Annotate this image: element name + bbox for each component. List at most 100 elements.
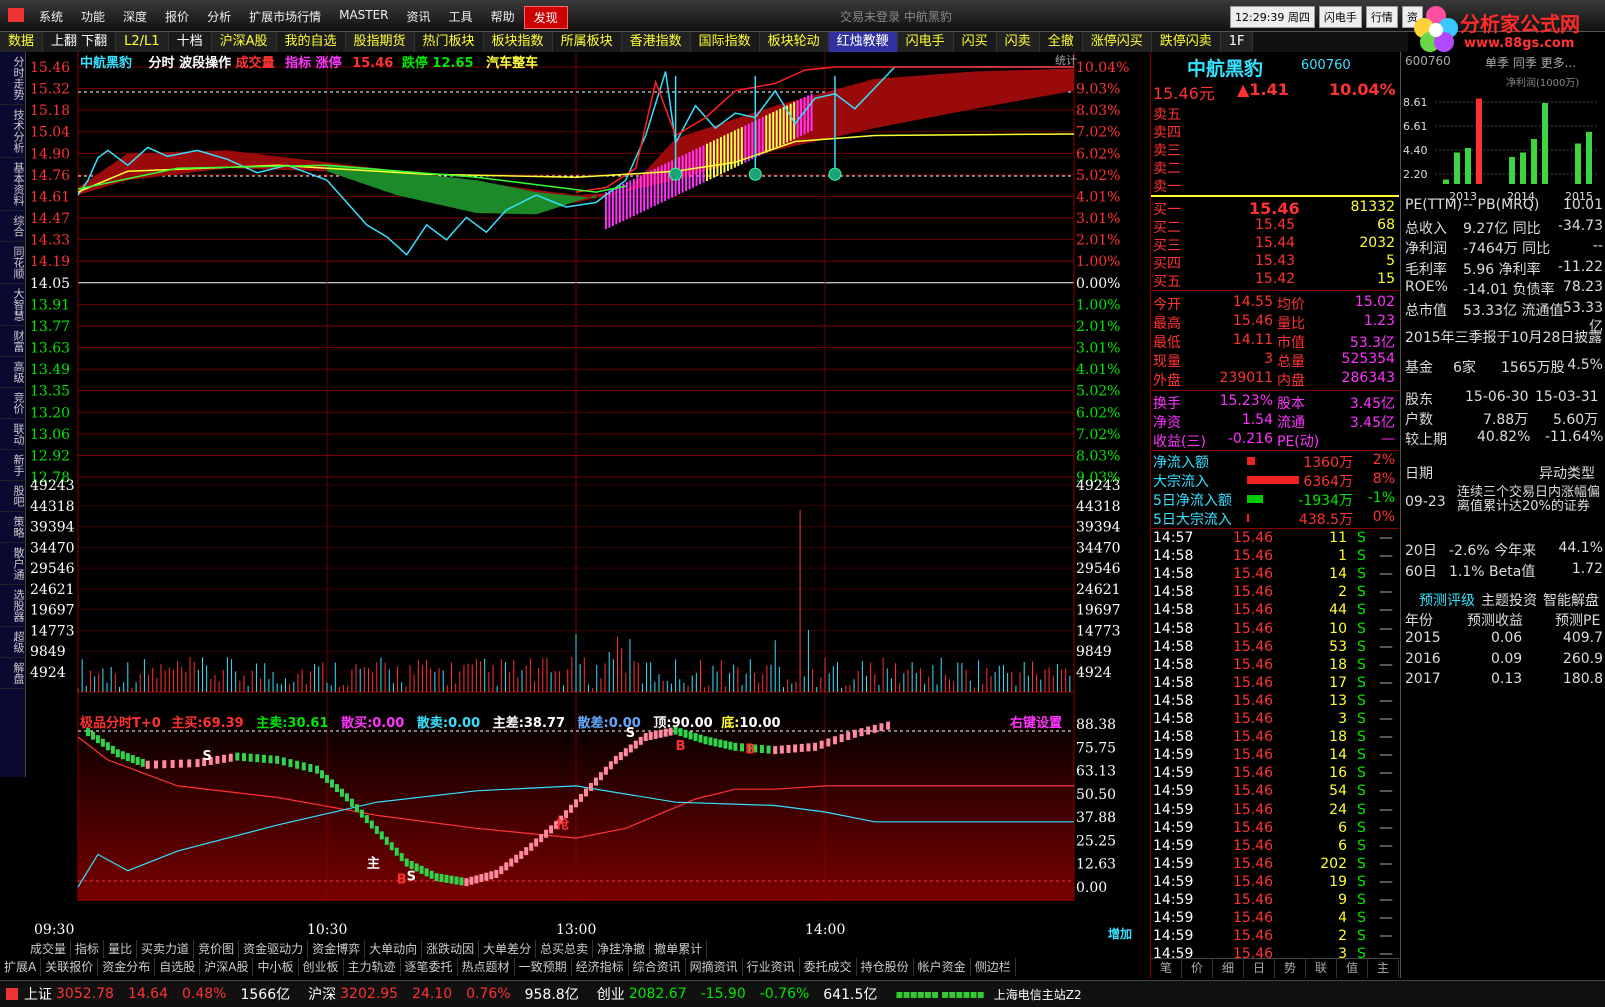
tab-13[interactable]: 红烛教鞭 (828, 32, 898, 52)
ext-tab-17[interactable]: 帐户资金 (914, 958, 971, 976)
quote-tab-2[interactable]: 细 (1213, 959, 1244, 978)
right-click-settings[interactable]: 右键设置 (1010, 712, 1062, 731)
ext-tab-10[interactable]: 一致预期 (515, 958, 572, 976)
indicator-tab-12[interactable]: 撤单累计 (650, 940, 708, 958)
indicator-tab-8[interactable]: 涨跌动因 (422, 940, 480, 958)
tab-10[interactable]: 香港指数 (621, 32, 691, 52)
ext-tab-14[interactable]: 行业资讯 (743, 958, 800, 976)
nav-item-4[interactable]: 同花顺 (0, 242, 26, 284)
ext-tab-15[interactable]: 委托成交 (800, 958, 857, 976)
quote-tab-6[interactable]: 值 (1337, 959, 1368, 978)
ext-tab-3[interactable]: 自选股 (155, 958, 201, 976)
ext-tab-13[interactable]: 网摘资讯 (686, 958, 743, 976)
quote-tab-4[interactable]: 势 (1275, 959, 1306, 978)
menu-item-7[interactable]: 资讯 (398, 6, 440, 29)
quote-button[interactable]: 行情 (1365, 6, 1398, 28)
fc-tab-0[interactable]: 预测评级 (1419, 590, 1475, 610)
tab-3[interactable]: 十档 (168, 32, 212, 52)
indicator-tab-0[interactable]: 成交量 (26, 940, 72, 958)
server-name[interactable]: 上海电信主站Z2 (994, 986, 1082, 1003)
quote-tab-7[interactable]: 主 (1368, 959, 1399, 978)
nav-item-12[interactable]: 策略 (0, 512, 26, 543)
nav-item-11[interactable]: 股吧 (0, 481, 26, 512)
sector-tag[interactable]: 汽车整车 (486, 56, 538, 71)
ext-tab-18[interactable]: 侧边栏 (971, 958, 1016, 976)
stat-button[interactable]: 统计 (1055, 52, 1077, 68)
ext-tab-2[interactable]: 资金分布 (98, 958, 156, 976)
menu-item-6[interactable]: MASTER (330, 6, 397, 29)
nav-item-3[interactable]: 综合 (0, 211, 26, 242)
tab-9[interactable]: 所属板块 (552, 32, 622, 52)
tab-19[interactable]: 跌停闪卖 (1151, 32, 1221, 52)
quote-tab-5[interactable]: 联 (1306, 959, 1337, 978)
menu-item-10[interactable]: 发现 (523, 6, 568, 29)
tab-17[interactable]: 全撤 (1039, 32, 1083, 52)
tab-4[interactable]: 沪深A股 (211, 32, 277, 52)
nav-item-8[interactable]: 竞价 (0, 388, 26, 419)
tab-8[interactable]: 板块指数 (483, 32, 553, 52)
indicator-tab-1[interactable]: 指标 (71, 940, 105, 958)
tab-18[interactable]: 涨停闪买 (1082, 32, 1152, 52)
quote-tab-1[interactable]: 价 (1182, 959, 1213, 978)
indicator-tab-3[interactable]: 买卖力道 (137, 940, 195, 958)
menu-item-9[interactable]: 帮助 (482, 6, 524, 29)
ext-tab-9[interactable]: 热点题材 (458, 958, 515, 976)
indicator-tab-7[interactable]: 大单动向 (365, 940, 423, 958)
ext-tab-5[interactable]: 中小板 (253, 958, 299, 976)
tab-12[interactable]: 板块轮动 (759, 32, 829, 52)
nav-item-2[interactable]: 基本资料 (0, 158, 26, 211)
menu-item-2[interactable]: 深度 (114, 6, 156, 29)
nav-item-7[interactable]: 高级 (0, 357, 26, 388)
nav-item-9[interactable]: 联动 (0, 419, 26, 450)
tab-11[interactable]: 国际指数 (690, 32, 760, 52)
menu-item-8[interactable]: 工具 (440, 6, 482, 29)
tab-1[interactable]: 上翻 下翻 (43, 32, 117, 52)
ext-tab-11[interactable]: 经济指标 (572, 958, 629, 976)
tab-0[interactable]: 数据 (0, 32, 44, 52)
ext-tab-7[interactable]: 主力轨迹 (344, 958, 401, 976)
tab-15[interactable]: 闪买 (953, 32, 997, 52)
fc-tab-1[interactable]: 主题投资 (1481, 590, 1537, 610)
ext-tab-12[interactable]: 综合资讯 (629, 958, 686, 976)
nav-item-5[interactable]: 大智慧 (0, 284, 26, 326)
tab-6[interactable]: 股指期货 (345, 32, 415, 52)
nav-item-1[interactable]: 技术分析 (0, 105, 26, 158)
nav-item-16[interactable]: 解盘 (0, 658, 26, 689)
tab-14[interactable]: 闪电手 (897, 32, 954, 52)
indicator-tab-6[interactable]: 资金博弈 (308, 940, 366, 958)
ext-tab-8[interactable]: 逐笔委托 (401, 958, 458, 976)
nav-item-10[interactable]: 新手 (0, 450, 26, 481)
nav-item-13[interactable]: 散户通 (0, 543, 26, 585)
nav-item-0[interactable]: 分时走势 (0, 52, 26, 105)
indicator-tab-9[interactable]: 大单差分 (479, 940, 537, 958)
f10-tabs[interactable]: 单季 同季 更多... (1485, 54, 1576, 71)
menu-item-3[interactable]: 报价 (156, 6, 198, 29)
tab-2[interactable]: L2/L1 (116, 32, 169, 52)
tab-16[interactable]: 闪卖 (996, 32, 1040, 52)
intraday-chart[interactable]: 15.46 10.04% 15.32 9.03% 15.18 8.03% 15.04 7.02… (26, 52, 1150, 922)
nav-item-6[interactable]: 财富 (0, 326, 26, 357)
ext-tab-0[interactable]: 扩展A (0, 958, 42, 976)
indicator-tab-5[interactable]: 资金驱动力 (239, 940, 309, 958)
indicator-tab-4[interactable]: 竞价图 (194, 940, 240, 958)
nav-item-15[interactable]: 超级 (0, 627, 26, 658)
nav-item-14[interactable]: 选股器 (0, 585, 26, 627)
tab-20[interactable]: 1F (1220, 32, 1254, 52)
indicator-tab-2[interactable]: 量比 (104, 940, 138, 958)
ext-tab-4[interactable]: 沪深A股 (200, 958, 254, 976)
tab-7[interactable]: 热门板块 (414, 32, 484, 52)
tab-5[interactable]: 我的自选 (276, 32, 346, 52)
quote-tab-0[interactable]: 笔 (1151, 959, 1182, 978)
menu-item-4[interactable]: 分析 (198, 6, 240, 29)
indicator-tab-10[interactable]: 总买总卖 (536, 940, 594, 958)
ext-tab-6[interactable]: 创业板 (299, 958, 344, 976)
indicator-tab-11[interactable]: 净挂净撤 (593, 940, 651, 958)
fc-tab-2[interactable]: 智能解盘 (1543, 590, 1599, 610)
flash-trade-button[interactable]: 闪电手 (1318, 6, 1362, 28)
ext-tab-16[interactable]: 持仓股份 (857, 958, 914, 976)
quote-tab-3[interactable]: 日 (1244, 959, 1275, 978)
menu-item-0[interactable]: 系统 (30, 6, 72, 29)
menu-item-1[interactable]: 功能 (72, 6, 114, 29)
menu-item-5[interactable]: 扩展市场行情 (240, 6, 330, 29)
ext-tab-1[interactable]: 关联报价 (41, 958, 99, 976)
